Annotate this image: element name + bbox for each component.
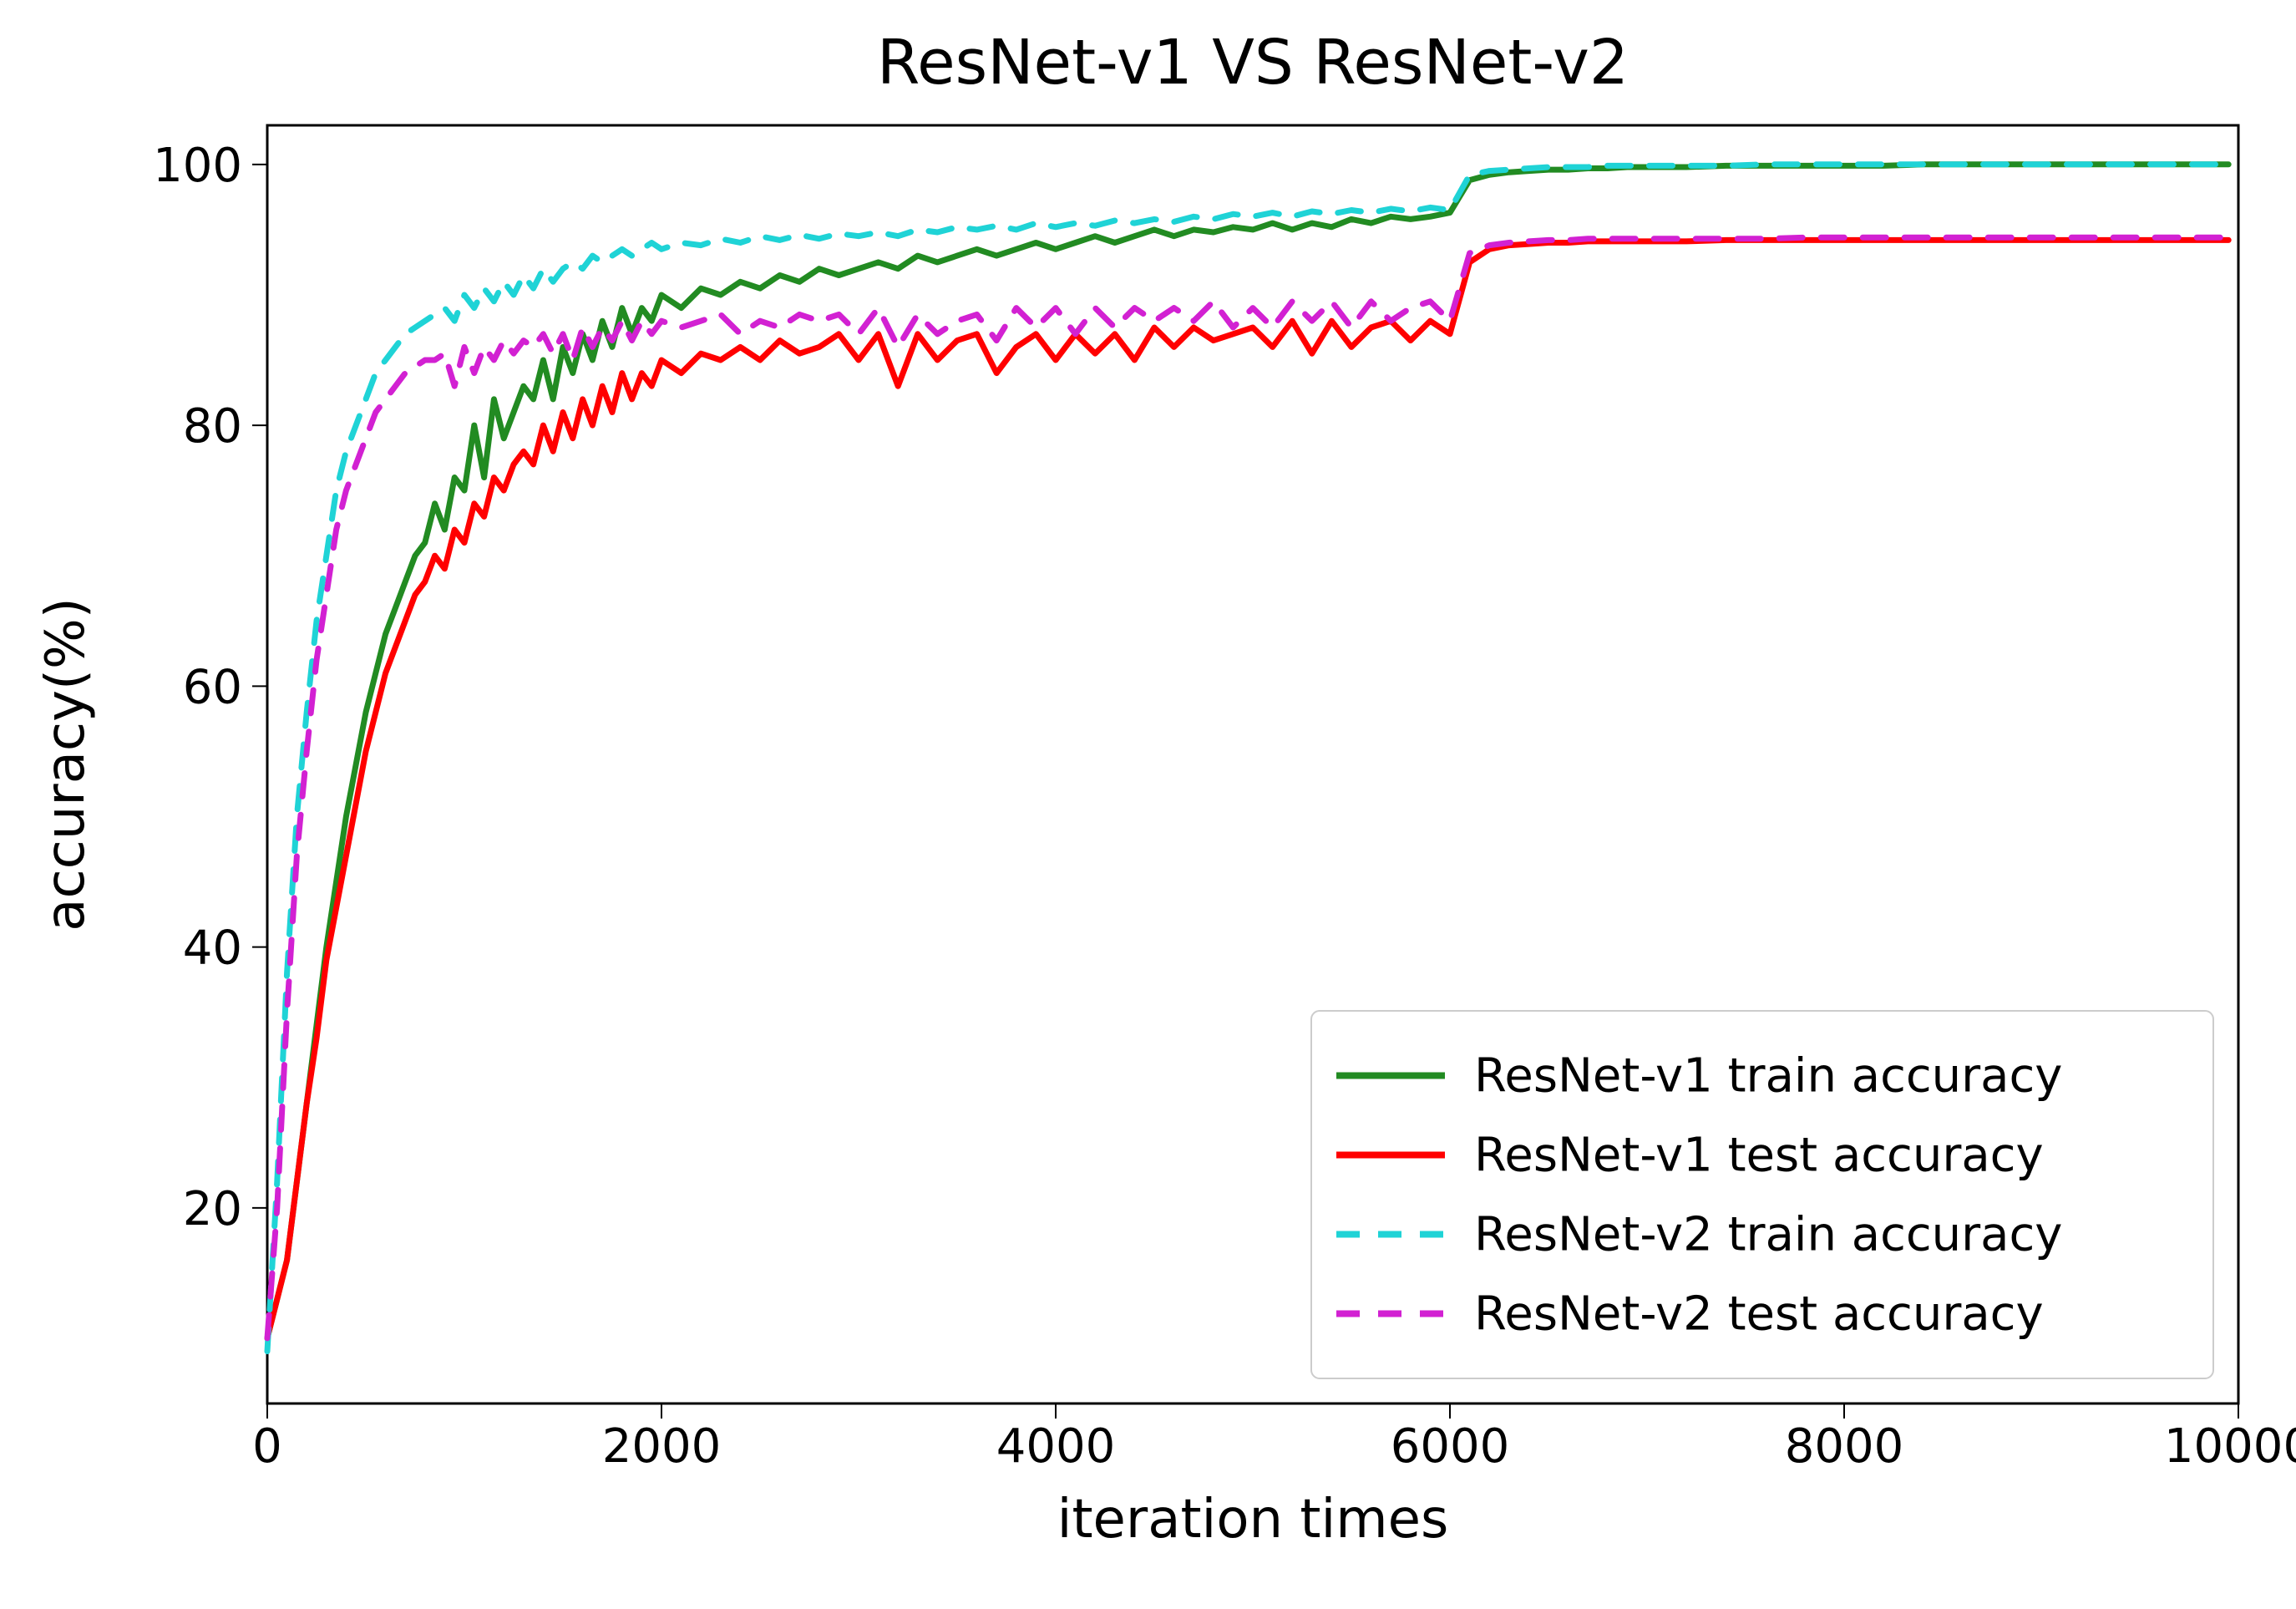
x-tick-label: 4000 (996, 1419, 1116, 1474)
x-tick-label: 2000 (602, 1419, 722, 1474)
y-tick-label: 80 (183, 399, 242, 454)
x-tick-label: 8000 (1785, 1419, 1904, 1474)
legend-label-0: ResNet-v1 train accuracy (1474, 1049, 2062, 1104)
y-tick-label: 60 (183, 660, 242, 714)
legend-label-3: ResNet-v2 test accuracy (1474, 1287, 2044, 1342)
chart-container: 0 2000 4000 6000 8000 10000 20 40 60 80 100 ResNet-… (0, 0, 2296, 1609)
legend-label-1: ResNet-v1 test accuracy (1474, 1129, 2044, 1183)
y-tick-label: 20 (183, 1182, 242, 1236)
y-tick-label: 40 (183, 921, 242, 976)
chart-title: ResNet-v1 VS ResNet-v2 (877, 27, 1629, 99)
x-tick-label: 10000 (2164, 1419, 2296, 1474)
x-tick-label: 6000 (1391, 1419, 1510, 1474)
x-axis-label: iteration times (1057, 1489, 1449, 1551)
x-tick-label: 0 (252, 1419, 282, 1474)
y-axis-label: accuracy(%) (35, 597, 97, 931)
line-chart: 0 2000 4000 6000 8000 10000 20 40 60 80 100 ResNet-… (0, 0, 2296, 1609)
y-tick-label: 100 (153, 139, 242, 193)
legend-label-2: ResNet-v2 train accuracy (1474, 1208, 2062, 1262)
